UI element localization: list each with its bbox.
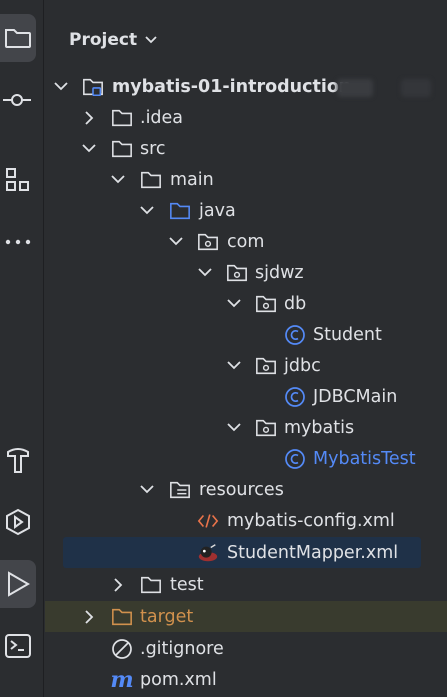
commit-tool-button[interactable] [0,76,36,124]
resources-folder-icon [169,479,191,501]
more-icon [5,239,31,245]
tree-item-com-package[interactable]: com [45,226,447,257]
tree-item-label: mybatis-01-introduction [112,76,352,97]
chevron-down-icon[interactable] [226,358,242,374]
blurred-path [401,79,431,97]
chevron-down-icon[interactable] [226,420,242,436]
package-icon [255,417,277,439]
tree-item-label: sjdwz [255,262,304,283]
chevron-down-icon[interactable] [168,234,184,250]
tree-item-label: mybatis-config.xml [227,510,395,531]
tree-item-sjdwz-package[interactable]: sjdwz [45,257,447,288]
tree-item-label: mybatis [284,417,355,438]
tree-item-label: com [227,231,265,252]
tree-item-label: resources [199,479,284,500]
tree-item-studentmapper-xml[interactable]: StudentMapper.xml [63,537,421,568]
tree-item-label: jdbc [284,355,321,376]
folder-icon [111,107,133,129]
maven-icon: m [110,666,134,693]
package-icon [197,231,219,253]
tree-item-src-folder[interactable]: src [45,133,447,164]
tree-item-label: .idea [140,107,184,128]
tree-item-root-module[interactable]: mybatis-01-introduction [45,71,447,102]
tree-item-idea-folder[interactable]: .idea [45,102,447,133]
xml-file-icon [197,510,219,532]
run-tool-button[interactable] [0,560,36,608]
tree-item-jdbcmain-class[interactable]: JDBCMain [45,381,447,412]
tree-item-java-source-root[interactable]: java [45,195,447,226]
ignore-file-icon [111,638,133,660]
run-icon [8,571,30,597]
package-icon [255,293,277,315]
folder-icon [5,29,31,48]
tree-item-label: db [284,293,307,314]
package-icon [255,355,277,377]
chevron-down-icon [145,36,157,44]
chevron-down-icon[interactable] [197,265,213,281]
chevron-down-icon[interactable] [226,296,242,312]
tree-item-main-folder[interactable]: main [45,164,447,195]
tree-item-label: src [140,138,166,159]
hammer-icon [7,448,29,473]
tree-item-gitignore[interactable]: .gitignore [45,633,447,664]
blurred-path [337,79,373,97]
panel-header[interactable]: Project [69,26,157,54]
tree-item-label: MybatisTest [313,448,416,469]
tree-item-label: Student [313,324,382,345]
tree-item-label: pom.xml [140,669,217,690]
panel-title: Project [69,30,138,50]
java-class-icon [284,386,306,408]
excluded-folder-icon [111,606,133,628]
chevron-down-icon[interactable] [110,172,126,188]
services-icon [6,508,30,536]
tree-item-label: java [199,200,236,221]
chevron-down-icon[interactable] [81,141,97,157]
tree-item-label: main [170,169,214,190]
tree-item-label: StudentMapper.xml [227,542,399,563]
mybatis-mapper-icon [197,542,219,564]
chevron-down-icon[interactable] [53,79,69,95]
tree-item-student-class[interactable]: Student [45,319,447,350]
tree-item-test-folder[interactable]: test [45,569,447,600]
tree-item-mybatistest-class[interactable]: MybatisTest [45,443,447,474]
source-folder-icon [169,200,191,222]
folder-icon [111,138,133,160]
chevron-right-icon[interactable] [81,110,97,126]
tree-item-label: .gitignore [140,638,224,659]
tree-item-pom-xml[interactable]: m pom.xml [45,664,447,695]
tree-item-label: JDBCMain [313,386,398,407]
java-class-icon [284,448,306,470]
project-tool-button[interactable] [0,14,36,62]
tree-item-mybatis-config-xml[interactable]: mybatis-config.xml [45,505,447,536]
chevron-right-icon[interactable] [110,577,126,593]
chevron-down-icon[interactable] [139,203,155,219]
tool-window-strip [0,0,44,697]
package-icon [226,262,248,284]
tree-item-label: target [140,606,194,627]
structure-tool-button[interactable] [0,156,36,204]
folder-icon [140,574,162,596]
structure-icon [6,168,29,191]
tree-item-label: test [170,574,204,595]
project-panel: Project mybatis-01-introduction .idea sr… [45,0,447,697]
tree-item-target-folder[interactable]: target [45,601,447,632]
chevron-down-icon[interactable] [139,482,155,498]
folder-icon [140,169,162,191]
build-tool-button[interactable] [0,436,36,484]
terminal-icon [5,634,31,658]
module-folder-icon [82,76,104,98]
chevron-right-icon[interactable] [81,609,97,625]
services-tool-button[interactable] [0,498,36,546]
tree-item-mybatis-package[interactable]: mybatis [45,412,447,443]
tree-item-db-package[interactable]: db [45,288,447,319]
tree-item-jdbc-package[interactable]: jdbc [45,350,447,381]
commit-icon [3,94,31,106]
java-class-icon [284,324,306,346]
terminal-tool-button[interactable] [0,622,36,670]
more-tools-button[interactable] [0,218,36,266]
tree-item-resources-folder[interactable]: resources [45,474,447,505]
